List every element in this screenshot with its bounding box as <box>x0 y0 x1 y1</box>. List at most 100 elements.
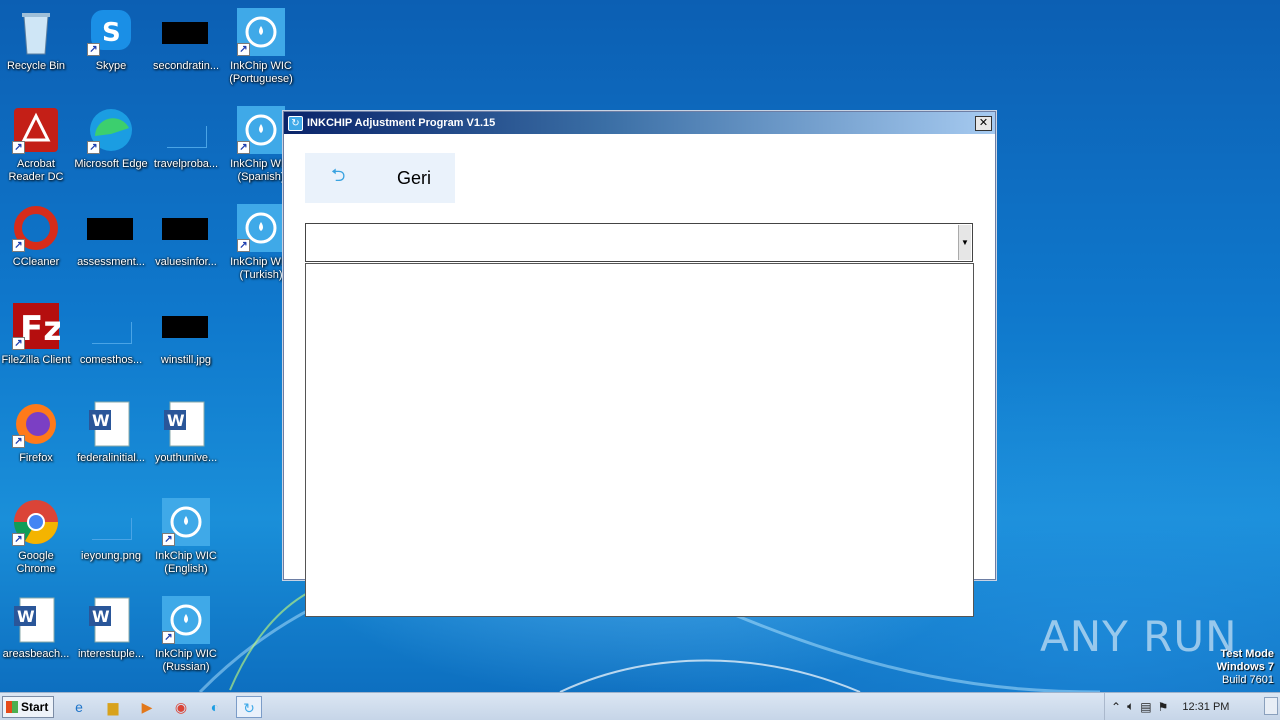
desktop-icon-label: CCleaner <box>12 256 60 268</box>
desktop-icon-label: assessment... <box>77 256 145 268</box>
acrobat-icon: ↗ <box>12 106 60 154</box>
desktop-icon-ccleaner[interactable]: ↗ CCleaner <box>0 204 74 269</box>
back-button[interactable]: ⮌ Geri <box>305 153 455 203</box>
inkchip-taskbar-button[interactable]: ↻ <box>236 696 262 718</box>
test-mode-line1: Test Mode <box>1220 648 1274 660</box>
desktop-icon-label: ieyoung.png <box>81 550 141 562</box>
image-file-icon <box>162 8 210 56</box>
word-doc-icon: W <box>87 400 135 448</box>
desktop-icon-valuesinfor[interactable]: valuesinfor... <box>148 204 224 269</box>
shortcut-arrow-icon: ↗ <box>162 533 175 546</box>
desktop-icon-skype[interactable]: S ↗ Skype <box>73 8 149 73</box>
desktop-icon-label: travelproba... <box>153 158 219 170</box>
desktop-icon-label: winstill.jpg <box>160 354 212 366</box>
desktop-icon-label: comesthos... <box>79 354 143 366</box>
desktop-icon-label: interestuple... <box>77 648 145 660</box>
file-icon <box>162 106 210 154</box>
desktop-icon-comesthos[interactable]: comesthos... <box>73 302 149 367</box>
action-center-flag-icon[interactable]: ⚑ <box>1158 700 1169 714</box>
desktop-icon-travelproba[interactable]: travelproba... <box>148 106 224 171</box>
desktop-icon-assessment[interactable]: assessment... <box>73 204 149 269</box>
internet-explorer-icon[interactable]: e <box>66 696 92 718</box>
volume-icon[interactable]: 🔈︎ <box>1127 699 1134 714</box>
shortcut-arrow-icon: ↗ <box>237 141 250 154</box>
shortcut-arrow-icon: ↗ <box>237 43 250 56</box>
desktop-icon-secondratin[interactable]: secondratin... <box>148 8 224 73</box>
ccleaner-icon: ↗ <box>12 204 60 252</box>
desktop-icon-inkchip-portuguese[interactable]: ↗ InkChip WIC (Portuguese) <box>223 8 299 86</box>
image-file-icon <box>162 204 210 252</box>
desktop-icon-word-doc[interactable]: W areasbeach... <box>0 596 74 661</box>
edge-icon[interactable]: ◐ <box>202 696 228 718</box>
desktop-icon-firefox[interactable]: ↗ Firefox <box>0 400 74 465</box>
tray-expand-icon[interactable]: ⌃ <box>1111 700 1121 714</box>
svg-text:W: W <box>167 411 185 430</box>
test-mode-line2: Windows 7 <box>1216 661 1274 673</box>
desktop-icon-ieyoung[interactable]: ieyoung.png <box>73 498 149 563</box>
start-button[interactable]: Start <box>2 696 54 718</box>
close-button[interactable]: ✕ <box>975 115 992 131</box>
svg-text:W: W <box>17 607 35 626</box>
back-button-label: Geri <box>397 167 432 188</box>
anyrun-watermark: ANY RUN <box>1040 612 1238 661</box>
desktop-icon-label: InkChip WIC (Russian) <box>155 648 217 673</box>
file-explorer-icon[interactable]: ▆ <box>100 696 126 718</box>
shortcut-arrow-icon: ↗ <box>12 239 25 252</box>
desktop-icon-filezilla[interactable]: Fz ↗ FileZilla Client <box>0 302 74 367</box>
word-doc-icon: W <box>87 596 135 644</box>
inkchip-icon: ↗ <box>237 8 285 56</box>
desktop-icon-youthunive[interactable]: W youthunive... <box>148 400 224 465</box>
recycle-bin-icon <box>12 8 60 56</box>
clock[interactable]: 12:31 PM <box>1182 701 1229 713</box>
desktop-icon-federalinitial[interactable]: W federalinitial... <box>73 400 149 465</box>
desktop-icon-label: Firefox <box>19 452 53 464</box>
inkchip-icon: ↻ <box>288 115 303 131</box>
word-doc-icon: W <box>12 596 60 644</box>
filezilla-icon: Fz ↗ <box>12 302 63 350</box>
shortcut-arrow-icon: ↗ <box>12 337 25 350</box>
desktop-icon-label: areasbeach... <box>2 648 70 660</box>
chrome-icon[interactable]: ◉ <box>168 696 194 718</box>
model-dropdown-list[interactable] <box>305 263 974 617</box>
model-select[interactable]: ▼ <box>305 223 973 262</box>
shortcut-arrow-icon: ↗ <box>12 435 25 448</box>
desktop-icon-label: federalinitial... <box>77 452 145 464</box>
show-desktop-button[interactable] <box>1264 697 1278 715</box>
desktop-icon-inkchip-english[interactable]: ↗ InkChip WIC (English) <box>148 498 224 576</box>
desktop-icon-label: Acrobat Reader DC <box>8 158 64 183</box>
shortcut-arrow-icon: ↗ <box>12 533 25 546</box>
windows-logo-icon <box>6 701 18 713</box>
inkchip-icon: ↗ <box>162 498 210 546</box>
taskbar: Start e ▆ ▶ ◉ ◐ ↻ ⌃ 🔈︎ ▤ ⚑ 12:31 PM <box>0 692 1280 720</box>
desktop-icon-label: youthunive... <box>154 452 218 464</box>
chrome-icon: ↗ <box>12 498 60 546</box>
desktop-icon-recycle-bin[interactable]: Recycle Bin <box>0 8 74 73</box>
inkchip-icon: ↗ <box>162 596 210 644</box>
media-player-icon[interactable]: ▶ <box>134 696 160 718</box>
shortcut-arrow-icon: ↗ <box>162 631 175 644</box>
shortcut-arrow-icon: ↗ <box>12 141 25 154</box>
desktop-icon-label: FileZilla Client <box>1 354 71 366</box>
desktop-icon-acrobat[interactable]: ↗ Acrobat Reader DC <box>0 106 74 184</box>
svg-text:W: W <box>92 607 110 626</box>
desktop-icon-label: Recycle Bin <box>6 60 66 72</box>
desktop-icon-inkchip-russian[interactable]: ↗ InkChip WIC (Russian) <box>148 596 224 674</box>
network-icon[interactable]: ▤ <box>1140 700 1151 714</box>
desktop-icon-winstill[interactable]: winstill.jpg <box>148 302 224 367</box>
desktop-icon-chrome[interactable]: ↗ Google Chrome <box>0 498 74 576</box>
back-arrow-icon: ⮌ <box>331 165 346 185</box>
window-titlebar[interactable]: ↻ INKCHIP Adjustment Program V1.15 ✕ <box>284 112 995 134</box>
chevron-down-icon[interactable]: ▼ <box>958 225 971 260</box>
image-file-icon <box>87 204 135 252</box>
start-button-label: Start <box>21 700 49 714</box>
file-icon <box>87 302 135 350</box>
desktop-icon-interestuple[interactable]: W interestuple... <box>73 596 149 661</box>
desktop-icon-label: Microsoft Edge <box>74 158 148 170</box>
desktop-icon-label: InkChip WIC (Portuguese) <box>229 60 293 85</box>
desktop-icon-edge[interactable]: ↗ Microsoft Edge <box>73 106 149 171</box>
window-title: INKCHIP Adjustment Program V1.15 <box>307 117 496 129</box>
word-doc-icon: W <box>162 400 210 448</box>
svg-text:S: S <box>102 18 121 48</box>
shortcut-arrow-icon: ↗ <box>87 141 100 154</box>
shortcut-arrow-icon: ↗ <box>237 239 250 252</box>
